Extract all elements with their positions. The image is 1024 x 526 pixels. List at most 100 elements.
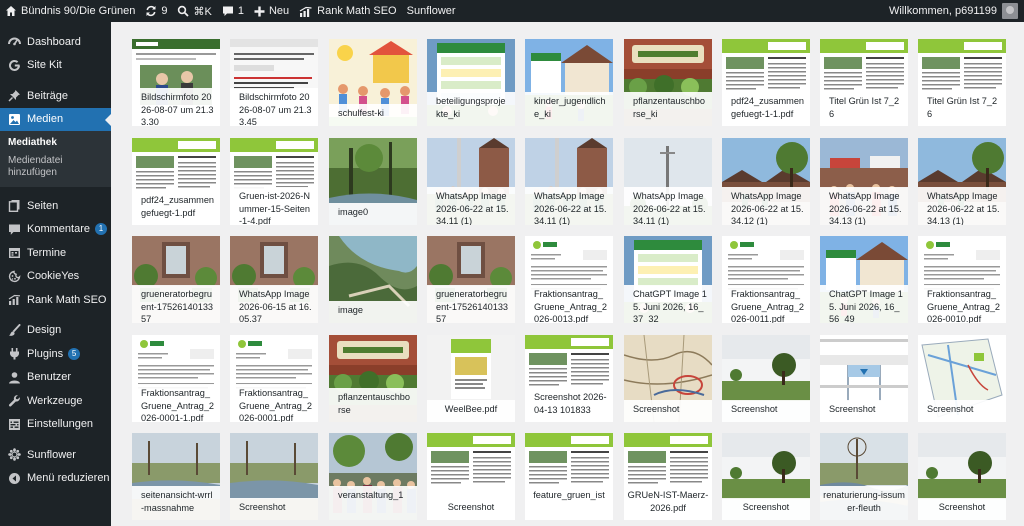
media-item[interactable]: Screenshot	[230, 433, 318, 520]
media-item[interactable]: GRUeN-IST-Maerz-2026.pdf	[624, 433, 712, 520]
sidebar-item-seiten[interactable]: Seiten	[0, 194, 111, 218]
media-item[interactable]: ChatGPT Image 15. Juni 2026, 16_37_32	[624, 236, 712, 323]
sidebar-item-label: Kommentare	[27, 223, 90, 236]
media-item[interactable]: kinder_jugendliche_ki	[525, 39, 613, 126]
count-badge: 5	[68, 347, 81, 360]
sidebar-item-site-kit[interactable]: Site Kit	[0, 54, 111, 78]
media-item[interactable]: WeelBee.pdf	[427, 335, 515, 422]
media-item[interactable]: grueneratorbegruent-1752614013357	[427, 236, 515, 323]
media-item[interactable]: Fraktionsantrag_Gruene_Antrag_2026-0010.…	[918, 236, 1006, 323]
media-item[interactable]: renaturierung-issumer-fleuth	[820, 433, 908, 520]
command-palette-button[interactable]: ⌘K	[172, 0, 216, 22]
media-item[interactable]: Titel Grün Ist 7_26	[820, 39, 908, 126]
media-item[interactable]: pdf24_zusammengefuegt-1.pdf	[132, 138, 220, 225]
media-item[interactable]: Screenshot	[427, 433, 515, 520]
sidebar-item-design[interactable]: Design	[0, 319, 111, 343]
sidebar-item-label: Design	[27, 324, 62, 337]
media-item[interactable]: Screenshot	[918, 335, 1006, 422]
sidebar-item-label: Benutzer	[27, 371, 72, 384]
sidebar-item-cookieyes[interactable]: CookieYes	[0, 265, 111, 289]
media-filename: WhatsApp Image 2026-06-22 at 15.34.13 (1…	[918, 187, 1006, 225]
sidebar-item-dashboard[interactable]: Dashboard	[0, 30, 111, 54]
sidebar-item-beiträge[interactable]: Beiträge	[0, 84, 111, 108]
media-item[interactable]: grueneratorbegruent-1752614013357	[132, 236, 220, 323]
submenu-item-add-media[interactable]: Mediendatei hinzufügen	[0, 152, 111, 182]
media-item[interactable]: Screenshot	[624, 335, 712, 422]
media-item[interactable]: Bildschirmfoto 2026-08-07 um 21.33.45	[230, 39, 318, 126]
media-item[interactable]: image0	[329, 138, 417, 225]
sidebar-item-label: Menü reduzieren	[27, 472, 110, 485]
media-item[interactable]: veranstaltung_1	[329, 433, 417, 520]
sidebar-item-label: Site Kit	[27, 59, 62, 72]
sidebar-item-plugins[interactable]: Plugins 5	[0, 342, 111, 366]
media-item[interactable]: pflanzentauschborse	[329, 335, 417, 422]
media-item[interactable]: Screenshot	[918, 433, 1006, 520]
media-item[interactable]: WhatsApp Image 2026-06-22 at 15.34.12 (1…	[722, 138, 810, 225]
sidebar-item-werkzeuge[interactable]: Werkzeuge	[0, 389, 111, 413]
media-item[interactable]: WhatsApp Image 2026-06-22 at 15.34.13 (1…	[918, 138, 1006, 225]
sidebar-item-einstellungen[interactable]: Einstellungen	[0, 413, 111, 437]
media-item[interactable]: seitenansicht-wrrl-massnahme	[132, 433, 220, 520]
media-item[interactable]: Titel Grün Ist 7_26	[918, 39, 1006, 126]
media-item[interactable]: Fraktionsantrag_Gruene_Antrag_2026-0001-…	[132, 335, 220, 422]
media-filename: pflanzentauschborse_ki	[624, 92, 712, 126]
media-filename: Screenshot	[918, 498, 1006, 520]
updates-link[interactable]: 9	[140, 0, 172, 22]
media-item[interactable]: ChatGPT Image 15. Juni 2026, 16_56_49	[820, 236, 908, 323]
sidebar-item-menü-reduzieren[interactable]: Menü reduzieren	[0, 467, 111, 491]
sidebar-item-label: Sunflower	[27, 448, 76, 461]
media-item[interactable]: WhatsApp Image 2026-06-22 at 15.34.11 (1…	[624, 138, 712, 225]
media-item[interactable]: beteiligungsprojekte_ki	[427, 39, 515, 126]
comments-link[interactable]: 1	[217, 0, 249, 22]
sidebar-item-medien[interactable]: Medien	[0, 107, 111, 131]
sidebar-item-label: Medien	[27, 113, 64, 126]
rank-math-link[interactable]: Rank Math SEO	[294, 0, 401, 22]
search-icon	[177, 5, 190, 17]
home-icon	[5, 5, 17, 17]
site-name-link[interactable]: Bündnis 90/Die Grünen	[0, 0, 140, 22]
rank-math-icon	[299, 6, 313, 17]
media-item[interactable]: WhatsApp Image 2026-06-15 at 16.05.37	[230, 236, 318, 323]
media-filename: beteiligungsprojekte_ki	[427, 92, 515, 126]
media-item[interactable]: WhatsApp Image 2026-06-22 at 15.34.11 (1…	[427, 138, 515, 225]
media-item[interactable]: Screenshot	[820, 335, 908, 422]
sidebar-item-benutzer[interactable]: Benutzer	[0, 366, 111, 390]
media-item[interactable]: WhatsApp Image 2026-06-22 at 15.34.11 (1…	[525, 138, 613, 225]
media-item[interactable]: feature_gruen_ist	[525, 433, 613, 520]
submenu-item-mediathek[interactable]: Mediathek	[0, 134, 111, 152]
media-item[interactable]: Bildschirmfoto 2026-08-07 um 21.33.30	[132, 39, 220, 126]
plus-icon	[254, 6, 265, 17]
media-filename: Screenshot	[624, 400, 712, 422]
media-item[interactable]: Fraktionsantrag_Gruene_Antrag_2026-0011.…	[722, 236, 810, 323]
new-content-button[interactable]: Neu	[249, 0, 294, 22]
media-item[interactable]: pdf24_zusammengefuegt-1-1.pdf	[722, 39, 810, 126]
sidebar-item-termine[interactable]: Termine	[0, 241, 111, 265]
rank-math-label: Rank Math SEO	[317, 5, 397, 17]
sidebar-item-rank-math-seo[interactable]: Rank Math SEO	[0, 288, 111, 312]
media-item[interactable]: schulfest-ki	[329, 39, 417, 126]
sunflower-link[interactable]: Sunflower	[402, 0, 461, 22]
media-item[interactable]: Screenshot	[722, 335, 810, 422]
media-filename: Screenshot	[722, 400, 810, 422]
media-item[interactable]: Screenshot 2026-04-13 101833	[525, 335, 613, 422]
sidebar-item-label: Termine	[27, 246, 67, 259]
media-item[interactable]: Fraktionsantrag_Gruene_Antrag_2026-0001.…	[230, 335, 318, 422]
updates-icon	[145, 5, 157, 17]
sidebar-item-kommentare[interactable]: Kommentare 1	[0, 218, 111, 242]
sidebar-item-label: Beiträge	[27, 89, 68, 102]
media-item[interactable]: WhatsApp Image 2026-06-22 at 15.34.13 (1…	[820, 138, 908, 225]
media-item[interactable]: Screenshot	[722, 433, 810, 520]
media-item[interactable]: image	[329, 236, 417, 323]
sidebar-item-sunflower[interactable]: Sunflower	[0, 443, 111, 467]
media-filename: Screenshot	[230, 498, 318, 520]
media-item[interactable]: pflanzentauschborse_ki	[624, 39, 712, 126]
sidebar-item-label: Rank Math SEO	[27, 293, 107, 306]
google-g-icon	[8, 59, 21, 72]
media-filename: Gruen-ist-2026-Nummer-15-Seiten-1-4.pdf	[230, 187, 318, 225]
account-menu[interactable]: Willkommen, p691199	[884, 0, 1024, 22]
media-filename: ChatGPT Image 15. Juni 2026, 16_56_49	[820, 285, 908, 323]
media-item[interactable]: Fraktionsantrag_Gruene_Antrag_2026-0013.…	[525, 236, 613, 323]
media-filename: kinder_jugendliche_ki	[525, 92, 613, 126]
media-item[interactable]: Gruen-ist-2026-Nummer-15-Seiten-1-4.pdf	[230, 138, 318, 225]
media-filename: WeelBee.pdf	[427, 400, 515, 422]
